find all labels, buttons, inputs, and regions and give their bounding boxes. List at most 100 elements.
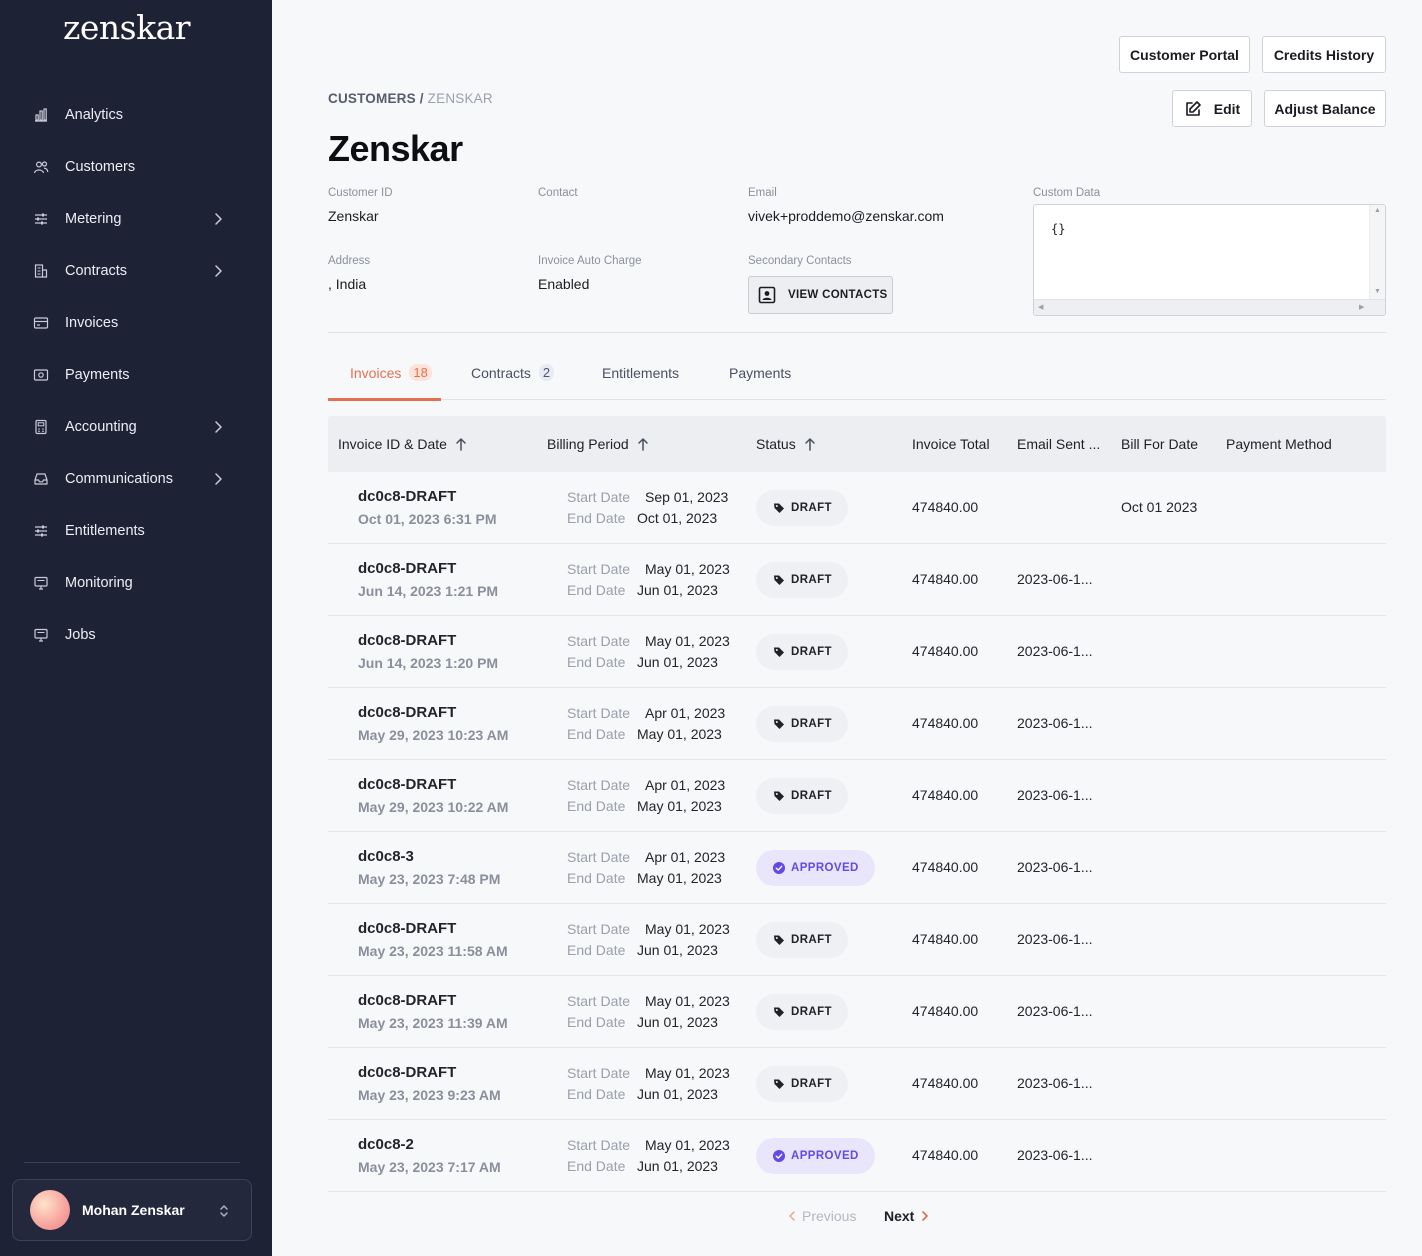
end-date-value: Jun 01, 2023: [637, 1086, 718, 1102]
tab-invoices[interactable]: Invoices 18: [350, 346, 432, 399]
sidebar-item-invoices[interactable]: Invoices: [0, 297, 272, 349]
sidebar-item-accounting[interactable]: Accounting: [0, 401, 272, 453]
sort-arrow-up-icon: [456, 438, 466, 451]
invoice-date: Jun 14, 2023 1:21 PM: [358, 583, 499, 599]
table-row[interactable]: dc0c8-DRAFT Jun 14, 2023 1:21 PM Start Dat…: [328, 544, 1386, 616]
sidebar-item-payments[interactable]: Payments: [0, 349, 272, 401]
invoice-total: 474840.00: [912, 499, 979, 515]
end-date-value: Jun 01, 2023: [637, 654, 718, 670]
tab-payments[interactable]: Payments: [729, 346, 791, 399]
table-row[interactable]: dc0c8-DRAFT May 23, 2023 11:58 AM Start Da…: [328, 904, 1386, 976]
column-header-bill-for-date[interactable]: Bill For Date: [1121, 416, 1198, 472]
start-date-value: Sep 01, 2023: [645, 489, 729, 505]
tab-invoices-count: 18: [409, 364, 432, 381]
sidebar-item-label: Invoices: [65, 315, 119, 331]
invoice-date: May 23, 2023 11:58 AM: [358, 943, 508, 959]
horizontal-scrollbar[interactable]: ◀ ▶: [1034, 299, 1385, 315]
invoice-id[interactable]: dc0c8-3: [358, 848, 414, 865]
money-icon: [33, 369, 49, 381]
sidebar-item-label: Customers: [65, 159, 136, 175]
invoice-id[interactable]: dc0c8-DRAFT: [358, 992, 456, 1009]
start-date-value: May 01, 2023: [645, 1065, 730, 1081]
table-row[interactable]: dc0c8-2 May 23, 2023 7:17 AM Start Date May…: [328, 1120, 1386, 1192]
vertical-scrollbar[interactable]: ▲ ▼: [1369, 205, 1385, 301]
customer-portal-button[interactable]: Customer Portal: [1119, 36, 1250, 73]
invoice-id[interactable]: dc0c8-DRAFT: [358, 488, 456, 505]
table-header: Invoice ID & Date Billing Period Status …: [328, 416, 1386, 472]
adjust-balance-button[interactable]: Adjust Balance: [1264, 90, 1386, 127]
invoice-id[interactable]: dc0c8-DRAFT: [358, 1064, 456, 1081]
status-text: DRAFT: [791, 574, 832, 586]
invoice-id[interactable]: dc0c8-DRAFT: [358, 632, 456, 649]
column-header-invoice-id[interactable]: Invoice ID & Date: [338, 416, 467, 472]
start-date-label: Start Date: [567, 561, 631, 577]
start-date-label: Start Date: [567, 849, 631, 865]
column-header-status[interactable]: Status: [756, 416, 816, 472]
column-header-payment-method[interactable]: Payment Method: [1226, 416, 1332, 472]
column-header-invoice-total[interactable]: Invoice Total: [912, 416, 990, 472]
tab-entitlements[interactable]: Entitlements: [602, 346, 679, 399]
table-row[interactable]: dc0c8-DRAFT Jun 14, 2023 1:20 PM Start Dat…: [328, 616, 1386, 688]
sidebar-item-contracts[interactable]: Contracts: [0, 245, 272, 297]
column-header-billing-period-label: Billing Period: [547, 436, 629, 452]
sidebar-item-entitlements[interactable]: Entitlements: [0, 505, 272, 557]
sidebar-item-customers[interactable]: Customers: [0, 141, 272, 193]
credit-card-icon: [33, 317, 49, 329]
invoice-total: 474840.00: [912, 571, 979, 587]
start-date-value: Apr 01, 2023: [645, 705, 726, 721]
invoice-id[interactable]: dc0c8-DRAFT: [358, 920, 456, 937]
sidebar-item-metering[interactable]: Metering: [0, 193, 272, 245]
invoice-id[interactable]: dc0c8-DRAFT: [358, 776, 456, 793]
user-menu[interactable]: Mohan Zenskar: [12, 1179, 252, 1241]
start-date-value: May 01, 2023: [645, 1137, 730, 1153]
building-icon: [34, 264, 48, 278]
column-header-email-sent[interactable]: Email Sent ...: [1017, 416, 1100, 472]
status-text: APPROVED: [791, 1150, 859, 1162]
table-row[interactable]: dc0c8-3 May 23, 2023 7:48 PM Start Date Apr…: [328, 832, 1386, 904]
table-row[interactable]: dc0c8-DRAFT May 23, 2023 9:23 AM Start Dat…: [328, 1048, 1386, 1120]
invoice-id[interactable]: dc0c8-DRAFT: [358, 560, 456, 577]
column-header-billing-period[interactable]: Billing Period: [547, 416, 649, 472]
table-row[interactable]: dc0c8-DRAFT May 29, 2023 10:22 AM Start Da…: [328, 760, 1386, 832]
chevron-up-down-icon: [220, 1205, 228, 1217]
column-header-invoice-id-label: Invoice ID & Date: [338, 436, 447, 452]
email-label: Email: [748, 187, 777, 199]
credits-history-button[interactable]: Credits History: [1262, 36, 1386, 73]
table-row[interactable]: dc0c8-DRAFT May 23, 2023 11:39 AM Start Da…: [328, 976, 1386, 1048]
status-text: DRAFT: [791, 646, 832, 658]
end-date-label: End Date: [567, 1158, 626, 1174]
invoice-date: May 23, 2023 7:17 AM: [358, 1159, 501, 1175]
chevron-right-icon: [215, 265, 222, 277]
email-sent: 2023-06-1...: [1017, 931, 1093, 947]
breadcrumb-customers[interactable]: CUSTOMERS /: [328, 91, 424, 106]
invoice-date: May 23, 2023 11:39 AM: [358, 1015, 508, 1031]
sidebar-item-jobs[interactable]: Jobs: [0, 609, 272, 661]
sidebar-item-label: Entitlements: [65, 523, 145, 539]
edit-button[interactable]: Edit: [1172, 90, 1252, 127]
sidebar-item-monitoring[interactable]: Monitoring: [0, 557, 272, 609]
invoice-date: Jun 14, 2023 1:20 PM: [358, 655, 499, 671]
view-contacts-button[interactable]: VIEW CONTACTS: [748, 276, 893, 314]
table-row[interactable]: dc0c8-DRAFT Oct 01, 2023 6:31 PM Start Dat…: [328, 472, 1386, 544]
sidebar-item-analytics[interactable]: Analytics: [0, 89, 272, 141]
tag-icon: [774, 575, 784, 585]
invoice-id[interactable]: dc0c8-2: [358, 1136, 414, 1153]
start-date-label: Start Date: [567, 489, 631, 505]
chevron-right-icon: [215, 213, 222, 225]
end-date-value: Jun 01, 2023: [637, 1158, 718, 1174]
sidebar-item-communications[interactable]: Communications: [0, 453, 272, 505]
start-date-label: Start Date: [567, 1137, 631, 1153]
custom-data-editor[interactable]: {} ▲ ▼ ◀ ▶: [1033, 204, 1386, 316]
next-page-button[interactable]: Next: [884, 1208, 929, 1224]
sidebar-item-label: Accounting: [65, 419, 137, 435]
previous-page-label: Previous: [802, 1208, 857, 1224]
tab-contracts[interactable]: Contracts 2: [471, 346, 555, 399]
status-badge: APPROVED: [756, 1138, 875, 1174]
invoice-id[interactable]: dc0c8-DRAFT: [358, 704, 456, 721]
invoice-date: Oct 01, 2023 6:31 PM: [358, 511, 497, 527]
table-row[interactable]: dc0c8-DRAFT May 29, 2023 10:23 AM Start Da…: [328, 688, 1386, 760]
check-circle-icon: [773, 862, 785, 874]
previous-page-button[interactable]: Previous: [788, 1208, 856, 1224]
breadcrumb-current: ZENSKAR: [427, 91, 493, 106]
app-logo[interactable]: zenskar: [63, 8, 191, 47]
